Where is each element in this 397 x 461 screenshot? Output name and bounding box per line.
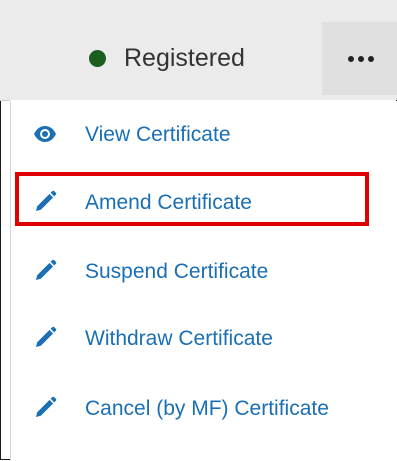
menu-item-label: Amend Certificate [85,191,252,214]
pencil-icon [33,190,57,214]
menu-item-withdraw-certificate[interactable]: Withdraw Certificate [11,310,397,366]
pencil-icon [33,259,57,283]
menu-item-amend-certificate[interactable]: Amend Certificate [11,174,397,230]
pencil-icon [33,326,57,350]
menu-item-label: Cancel (by MF) Certificate [85,397,329,420]
status-header: Registered [0,0,397,100]
eye-icon [33,122,57,146]
header-divider [0,100,10,101]
menu-item-label: Suspend Certificate [85,260,269,283]
more-options-button[interactable] [322,22,397,95]
menu-item-label: View Certificate [85,123,231,146]
menu-item-suspend-certificate[interactable]: Suspend Certificate [11,243,397,299]
menu-item-label: Withdraw Certificate [85,327,273,350]
status-indicator-dot [89,50,106,67]
status-label: Registered [124,44,245,72]
more-horizontal-icon [348,56,374,62]
pencil-icon [33,396,57,420]
certificate-actions-menu: View Certificate Amend Certificate Suspe… [10,101,397,461]
menu-item-cancel-certificate[interactable]: Cancel (by MF) Certificate [11,380,397,436]
menu-item-view-certificate[interactable]: View Certificate [11,106,397,162]
